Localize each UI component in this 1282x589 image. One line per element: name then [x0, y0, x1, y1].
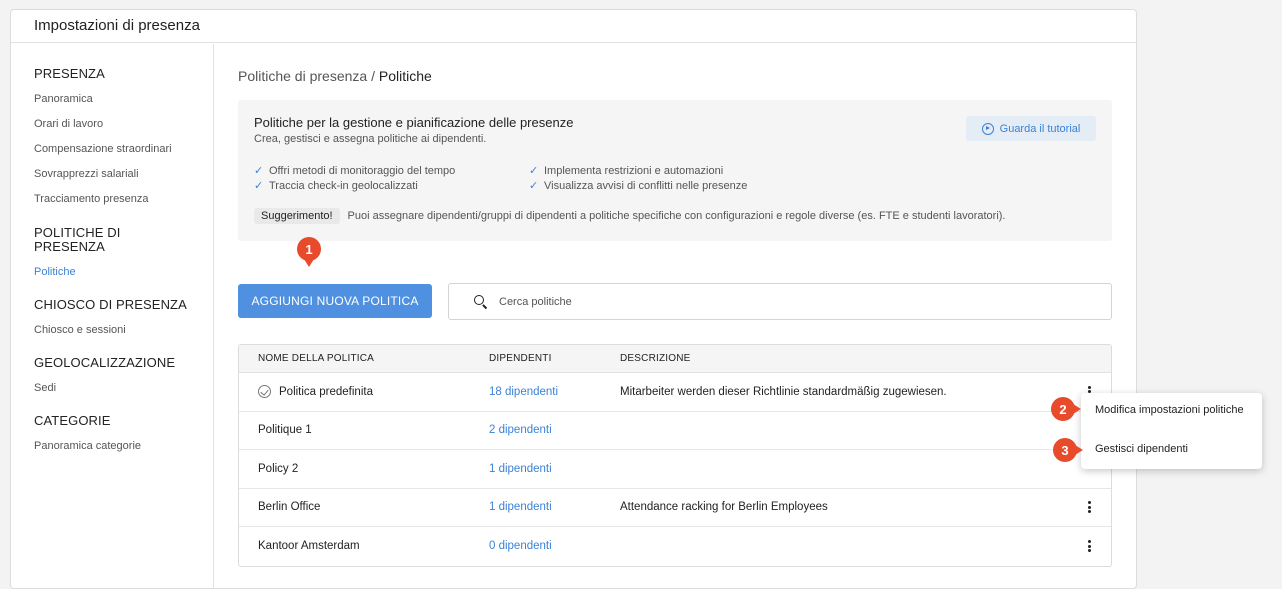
step-marker-3: 3	[1053, 438, 1083, 462]
tip-row: Suggerimento! Puoi assegnare dipendenti/…	[254, 208, 1006, 224]
table-row[interactable]: Berlin Office 1 dipendenti Attendance ra…	[239, 489, 1111, 527]
feature-list-right: ✓ Implementa restrizioni e automazioni ✓ V…	[529, 164, 747, 194]
column-header-name: NOME DELLA POLITICA	[258, 353, 375, 364]
sidebar-item-sovrapprezzi[interactable]: Sovrapprezzi salariali	[34, 167, 213, 181]
sidebar-item-chiosco[interactable]: Chiosco e sessioni	[34, 323, 213, 337]
policy-name: Politique 1	[258, 424, 312, 437]
step-marker-2: 2	[1051, 397, 1081, 421]
policy-description: Mitarbeiter werden dieser Richtlinie sta…	[620, 385, 947, 398]
policy-name: Kantoor Amsterdam	[258, 540, 360, 553]
check-icon: ✓	[529, 180, 539, 192]
feature-text: Traccia check-in geolocalizzati	[269, 180, 418, 192]
sidebar-heading: POLITICHE DI PRESENZA	[34, 225, 121, 254]
column-header-description: DESCRIZIONE	[620, 353, 691, 364]
step-marker-1: 1	[297, 237, 321, 267]
employees-link[interactable]: 0 dipendenti	[489, 540, 620, 552]
policy-name: Policy 2	[258, 462, 299, 475]
breadcrumb-current: Politiche	[378, 68, 432, 84]
employees-link[interactable]: 2 dipendenti	[489, 424, 620, 436]
search-input[interactable]	[499, 295, 1059, 308]
sidebar-section-geolocalizzazione: GEOLOCALIZZAZIONE Sedi	[34, 356, 213, 395]
menu-item-manage-employees[interactable]: Gestisci dipendenti	[1095, 443, 1188, 455]
info-title: Politiche per la gestione e pianificazio…	[254, 115, 574, 130]
employees-link[interactable]: 18 dipendenti	[489, 386, 620, 398]
tutorial-label: Guarda il tutorial	[999, 122, 1081, 135]
feature-item: ✓ Visualizza avvisi di conflitti nelle pr…	[529, 179, 747, 194]
default-check-icon	[258, 385, 271, 399]
table-row[interactable]: Politique 1 2 dipendenti	[239, 412, 1111, 450]
policy-name: Politica predefinita	[279, 385, 373, 398]
more-options-icon[interactable]	[1088, 501, 1092, 514]
sidebar-section-categorie: CATEGORIE Panoramica categorie	[34, 414, 213, 453]
sidebar-item-orari[interactable]: Orari di lavoro	[34, 117, 213, 131]
tip-text: Puoi assegnare dipendenti/gruppi di dipe…	[347, 210, 1006, 222]
policy-description: Attendance racking for Berlin Employees	[620, 501, 828, 514]
sidebar-item-compensazione[interactable]: Compensazione straordinari	[34, 142, 213, 156]
feature-list-left: ✓ Offri metodi di monitoraggio del tempo …	[254, 164, 455, 194]
column-header-employees: DIPENDENTI	[489, 353, 552, 364]
feature-item: ✓ Offri metodi di monitoraggio del tempo	[254, 164, 455, 179]
table-row[interactable]: Politica predefinita 18 dipendenti Mitar…	[239, 373, 1111, 412]
breadcrumb-separator: /	[367, 68, 379, 84]
sidebar-heading: GEOLOCALIZZAZIONE	[34, 355, 176, 370]
tutorial-button[interactable]: Guarda il tutorial	[966, 116, 1096, 141]
play-circle-icon	[981, 122, 994, 135]
breadcrumb: Politiche di presenza / Politiche	[238, 68, 432, 84]
sidebar-item-tracciamento[interactable]: Tracciamento presenza	[34, 192, 213, 206]
tip-badge: Suggerimento!	[254, 208, 340, 224]
policy-name-cell: Politica predefinita	[239, 385, 489, 399]
check-icon: ✓	[254, 180, 264, 192]
add-policy-button[interactable]: AGGIUNGI NUOVA POLITICA	[238, 284, 432, 318]
table-row[interactable]: Kantoor Amsterdam 0 dipendenti	[239, 527, 1111, 566]
employees-link[interactable]: 1 dipendenti	[489, 501, 620, 513]
menu-item-edit-settings[interactable]: Modifica impostazioni politiche	[1095, 404, 1244, 416]
more-options-icon[interactable]	[1088, 540, 1092, 553]
sidebar-section-politiche: POLITICHE DI PRESENZA Politiche	[34, 226, 213, 279]
sidebar-heading: CHIOSCO DI PRESENZA	[34, 297, 187, 312]
sidebar: PRESENZA Panoramica Orari di lavoro Comp…	[11, 44, 214, 588]
check-icon: ✓	[529, 165, 539, 177]
context-menu: Modifica impostazioni politiche Gestisci…	[1081, 393, 1262, 469]
sidebar-item-politiche[interactable]: Politiche	[34, 265, 213, 279]
sidebar-item-sedi[interactable]: Sedi	[34, 381, 213, 395]
table-row[interactable]: Policy 2 1 dipendenti	[239, 450, 1111, 489]
table-header: NOME DELLA POLITICA DIPENDENTI DESCRIZIO…	[239, 345, 1111, 373]
info-panel: Politiche per la gestione e pianificazio…	[238, 100, 1112, 241]
check-icon: ✓	[254, 165, 264, 177]
search-box	[448, 283, 1112, 320]
sidebar-item-panoramica-categorie[interactable]: Panoramica categorie	[34, 439, 213, 453]
settings-window: Impostazioni di presenza PRESENZA Panora…	[10, 9, 1137, 589]
feature-item: ✓ Traccia check-in geolocalizzati	[254, 179, 455, 194]
sidebar-section-chiosco: CHIOSCO DI PRESENZA Chiosco e sessioni	[34, 298, 213, 337]
feature-text: Implementa restrizioni e automazioni	[544, 165, 724, 177]
sidebar-heading: CATEGORIE	[34, 413, 111, 428]
feature-item: ✓ Implementa restrizioni e automazioni	[529, 164, 747, 179]
window-title: Impostazioni di presenza	[11, 10, 1136, 43]
sidebar-heading: PRESENZA	[34, 66, 105, 81]
search-icon	[474, 294, 488, 309]
sidebar-item-panoramica[interactable]: Panoramica	[34, 92, 213, 106]
main-content: Politiche di presenza / Politiche Politi…	[238, 44, 1112, 588]
policy-name: Berlin Office	[258, 501, 321, 514]
sidebar-section-presenza: PRESENZA Panoramica Orari di lavoro Comp…	[34, 67, 213, 206]
policies-table: NOME DELLA POLITICA DIPENDENTI DESCRIZIO…	[238, 344, 1112, 567]
feature-text: Visualizza avvisi di conflitti nelle pre…	[544, 180, 748, 192]
breadcrumb-parent[interactable]: Politiche di presenza	[238, 68, 367, 84]
employees-link[interactable]: 1 dipendenti	[489, 463, 620, 475]
feature-text: Offri metodi di monitoraggio del tempo	[269, 165, 456, 177]
info-subtitle: Crea, gestisci e assegna politiche ai di…	[254, 133, 487, 145]
